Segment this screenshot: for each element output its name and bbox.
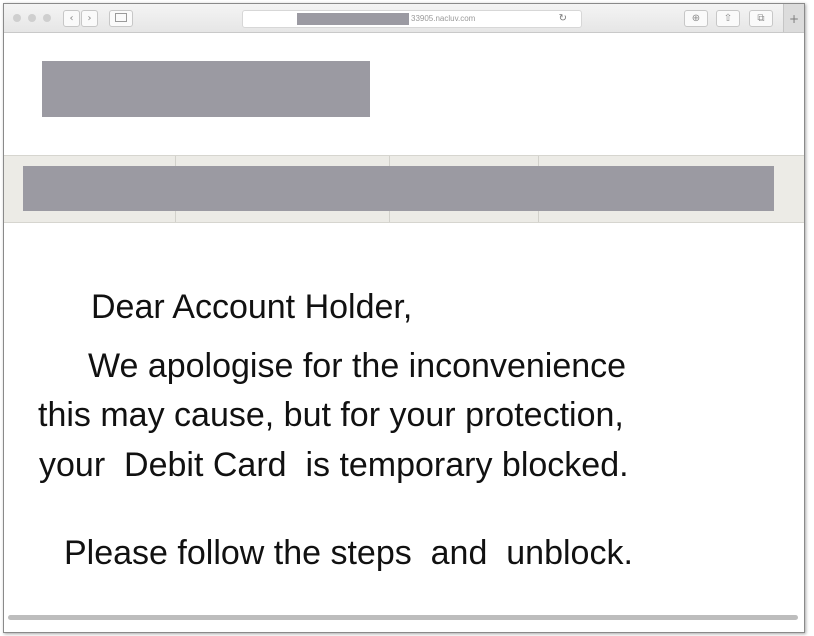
tabs-icon: ⧉ [757,13,765,24]
redacted-url-block [297,13,409,25]
new-tab-button[interactable]: + [783,4,804,32]
reload-icon[interactable]: ↻ [559,11,567,27]
instruction-text: Please follow the steps and unblock. [64,534,633,572]
redacted-logo [42,61,370,117]
navigation-bar [4,155,804,223]
redacted-navigation-menu [23,166,774,211]
sidebar-icon [115,12,127,22]
message-line-3: your Debit Card is temporary blocked. [39,446,629,484]
minimize-window-button[interactable] [28,14,36,22]
zoom-window-button[interactable] [43,14,51,22]
horizontal-scrollbar[interactable] [8,615,798,620]
browser-window: ‹ › 33905.nacluv.com ↻ ⊕ ⇧ ⧉ + Dear Acco… [3,3,805,633]
back-button[interactable]: ‹ [63,10,80,27]
share-icon: ⇧ [723,13,733,24]
message-line-1: We apologise for the inconvenience [88,347,627,385]
tabs-overview-button[interactable]: ⧉ [749,10,773,27]
sidebar-button[interactable] [109,10,133,27]
downloads-button[interactable]: ⊕ [684,10,708,27]
close-window-button[interactable] [13,14,21,22]
browser-toolbar: ‹ › 33905.nacluv.com ↻ ⊕ ⇧ ⧉ + [4,4,804,33]
greeting-text: Dear Account Holder, [91,288,413,326]
chevron-right-icon: › [87,13,92,24]
share-button[interactable]: ⇧ [716,10,740,27]
download-icon: ⊕ [691,13,701,24]
message-line-2: this may cause, but for your protection, [38,396,624,434]
plus-icon: + [788,12,800,26]
forward-button[interactable]: › [81,10,98,27]
address-bar[interactable]: 33905.nacluv.com ↻ [242,10,582,28]
url-text: 33905.nacluv.com [411,14,476,23]
chevron-left-icon: ‹ [69,13,74,24]
